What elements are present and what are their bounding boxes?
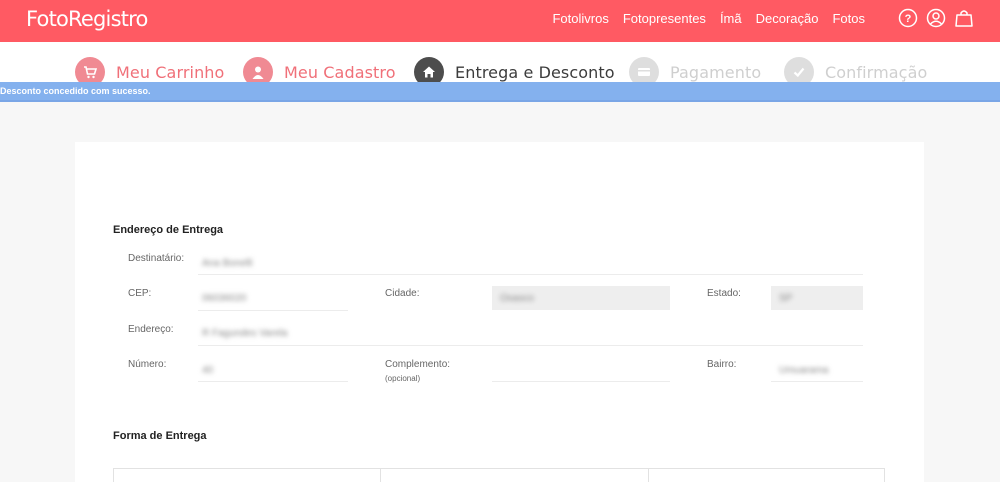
state-field: SP — [771, 286, 863, 310]
city-field: Osasco — [492, 286, 670, 310]
state-label: Estado: — [707, 288, 741, 299]
complement-label: Complemento: — [385, 359, 451, 370]
number-label: Número: — [128, 359, 167, 370]
street-value[interactable]: R Fagundes Varela — [202, 328, 287, 339]
delivery-card: Endereço de Entrega Destinatário: Ana Bo… — [75, 142, 924, 482]
cep-field[interactable] — [198, 310, 348, 311]
shipping-column-divider — [884, 469, 885, 482]
step-label: Entrega e Desconto — [455, 62, 615, 82]
nav-fotopresentes[interactable]: Fotopresentes — [623, 11, 706, 26]
header-icons: ? — [898, 8, 974, 28]
step-meu-cadastro[interactable]: Meu Cadastro — [243, 56, 396, 82]
nav-decoracao[interactable]: Decoração — [756, 11, 819, 26]
shipping-column-divider — [648, 469, 649, 482]
city-value: Osasco — [500, 293, 534, 304]
help-icon[interactable]: ? — [898, 8, 918, 28]
district-value[interactable]: Umuarama — [779, 365, 828, 376]
address-section-title: Endereço de Entrega — [113, 224, 224, 236]
state-value: SP — [779, 293, 793, 304]
shipping-options-table — [113, 468, 885, 482]
step-pagamento[interactable]: Pagamento — [629, 56, 761, 82]
number-field[interactable] — [198, 381, 348, 382]
cart-icon — [75, 57, 105, 82]
step-label: Meu Carrinho — [116, 62, 225, 82]
alert-message: Desconto concedido com sucesso. — [0, 86, 151, 96]
street-label: Endereço: — [128, 324, 174, 335]
recipient-value[interactable]: Ana Bonelli — [202, 258, 253, 269]
top-header: FotoRegistro Fotolivros Fotopresentes Ím… — [0, 0, 1000, 42]
complement-field[interactable] — [492, 381, 670, 382]
main-nav: Fotolivros Fotopresentes Ímã Decoração F… — [552, 11, 865, 26]
shipping-column-divider — [380, 469, 381, 482]
step-label: Meu Cadastro — [284, 62, 396, 82]
number-value[interactable]: 40 — [202, 365, 213, 376]
home-icon — [414, 57, 444, 82]
card-icon — [629, 57, 659, 82]
recipient-label: Destinatário: — [128, 253, 185, 264]
district-label: Bairro: — [707, 359, 737, 370]
success-alert: Desconto concedido com sucesso. — [0, 82, 1000, 102]
complement-hint: (opcional) — [385, 374, 421, 383]
city-label: Cidade: — [385, 288, 420, 299]
nav-ima[interactable]: Ímã — [720, 11, 742, 26]
shopping-bag-icon[interactable] — [954, 8, 974, 28]
street-field[interactable] — [198, 345, 863, 346]
nav-fotolivros[interactable]: Fotolivros — [552, 11, 608, 26]
cep-value[interactable]: 06036020 — [202, 293, 247, 304]
check-icon — [784, 57, 814, 82]
shipping-section-title: Forma de Entrega — [113, 430, 207, 442]
step-label: Pagamento — [670, 62, 762, 82]
step-confirmacao[interactable]: Confirmação — [784, 56, 927, 82]
svg-text:?: ? — [905, 13, 912, 25]
cep-label: CEP: — [128, 288, 152, 299]
step-label: Confirmação — [825, 62, 928, 82]
user-icon[interactable] — [926, 8, 946, 28]
user-icon — [243, 57, 273, 82]
nav-fotos[interactable]: Fotos — [832, 11, 865, 26]
step-meu-carrinho[interactable]: Meu Carrinho — [75, 56, 224, 82]
district-field[interactable] — [771, 381, 863, 382]
checkout-steps: Meu Carrinho Meu Cadastro Entrega e Desc… — [0, 42, 1000, 82]
step-entrega-e-desconto[interactable]: Entrega e Desconto — [414, 56, 615, 82]
recipient-field[interactable] — [198, 274, 863, 275]
logo[interactable]: FotoRegistro — [26, 7, 148, 31]
